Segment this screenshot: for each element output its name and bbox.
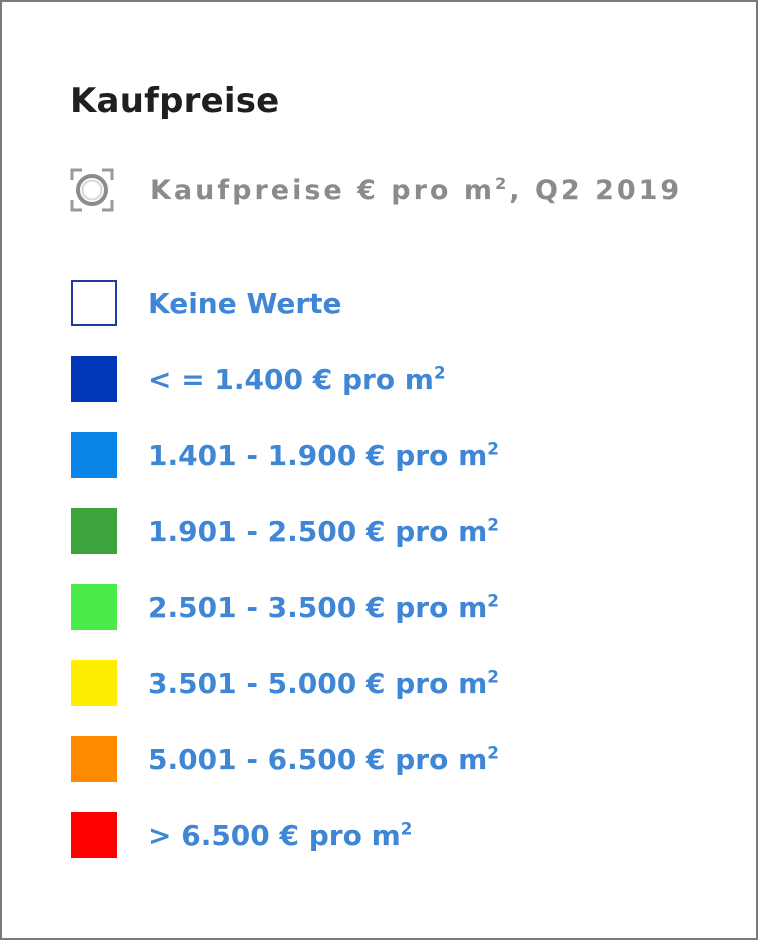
- legend-item-range-1: < = 1.400 € pro m2: [71, 356, 499, 402]
- legend-swatch-range-3: [71, 508, 117, 554]
- legend-item-range-2: 1.401 - 1.900 € pro m2: [71, 432, 499, 478]
- legend-swatch-range-4: [71, 584, 117, 630]
- panel-title: Kaufpreise: [70, 81, 280, 121]
- legend-swatch-range-1: [71, 356, 117, 402]
- legend-label-range-7: > 6.500 € pro m2: [148, 818, 413, 852]
- legend-swatch-no-values: [71, 280, 117, 326]
- legend-panel: Kaufpreise Kaufpreise € pro m2, Q2 2019 …: [0, 0, 758, 940]
- legend-item-range-7: > 6.500 € pro m2: [71, 812, 499, 858]
- legend-label-range-3: 1.901 - 2.500 € pro m2: [148, 514, 499, 548]
- legend-label-range-6: 5.001 - 6.500 € pro m2: [148, 742, 499, 776]
- legend-item-range-6: 5.001 - 6.500 € pro m2: [71, 736, 499, 782]
- legend-label-range-1: < = 1.400 € pro m2: [148, 362, 446, 396]
- legend-label-range-5: 3.501 - 5.000 € pro m2: [148, 666, 499, 700]
- legend-item-range-5: 3.501 - 5.000 € pro m2: [71, 660, 499, 706]
- layer-toggle[interactable]: Kaufpreise € pro m2, Q2 2019: [70, 168, 682, 212]
- legend-swatch-range-2: [71, 432, 117, 478]
- legend-swatch-range-5: [71, 660, 117, 706]
- legend-item-range-4: 2.501 - 3.500 € pro m2: [71, 584, 499, 630]
- legend-swatch-range-6: [71, 736, 117, 782]
- layer-label: Kaufpreise € pro m2, Q2 2019: [150, 173, 683, 206]
- legend-label-range-4: 2.501 - 3.500 € pro m2: [148, 590, 499, 624]
- layer-toggle-icon[interactable]: [70, 168, 114, 212]
- legend-label-no-values: Keine Werte: [148, 286, 342, 320]
- legend-item-range-3: 1.901 - 2.500 € pro m2: [71, 508, 499, 554]
- legend-list: Keine Werte < = 1.400 € pro m2 1.401 - 1…: [71, 280, 499, 888]
- legend-swatch-range-7: [71, 812, 117, 858]
- legend-item-no-values: Keine Werte: [71, 280, 499, 326]
- legend-label-range-2: 1.401 - 1.900 € pro m2: [148, 438, 499, 472]
